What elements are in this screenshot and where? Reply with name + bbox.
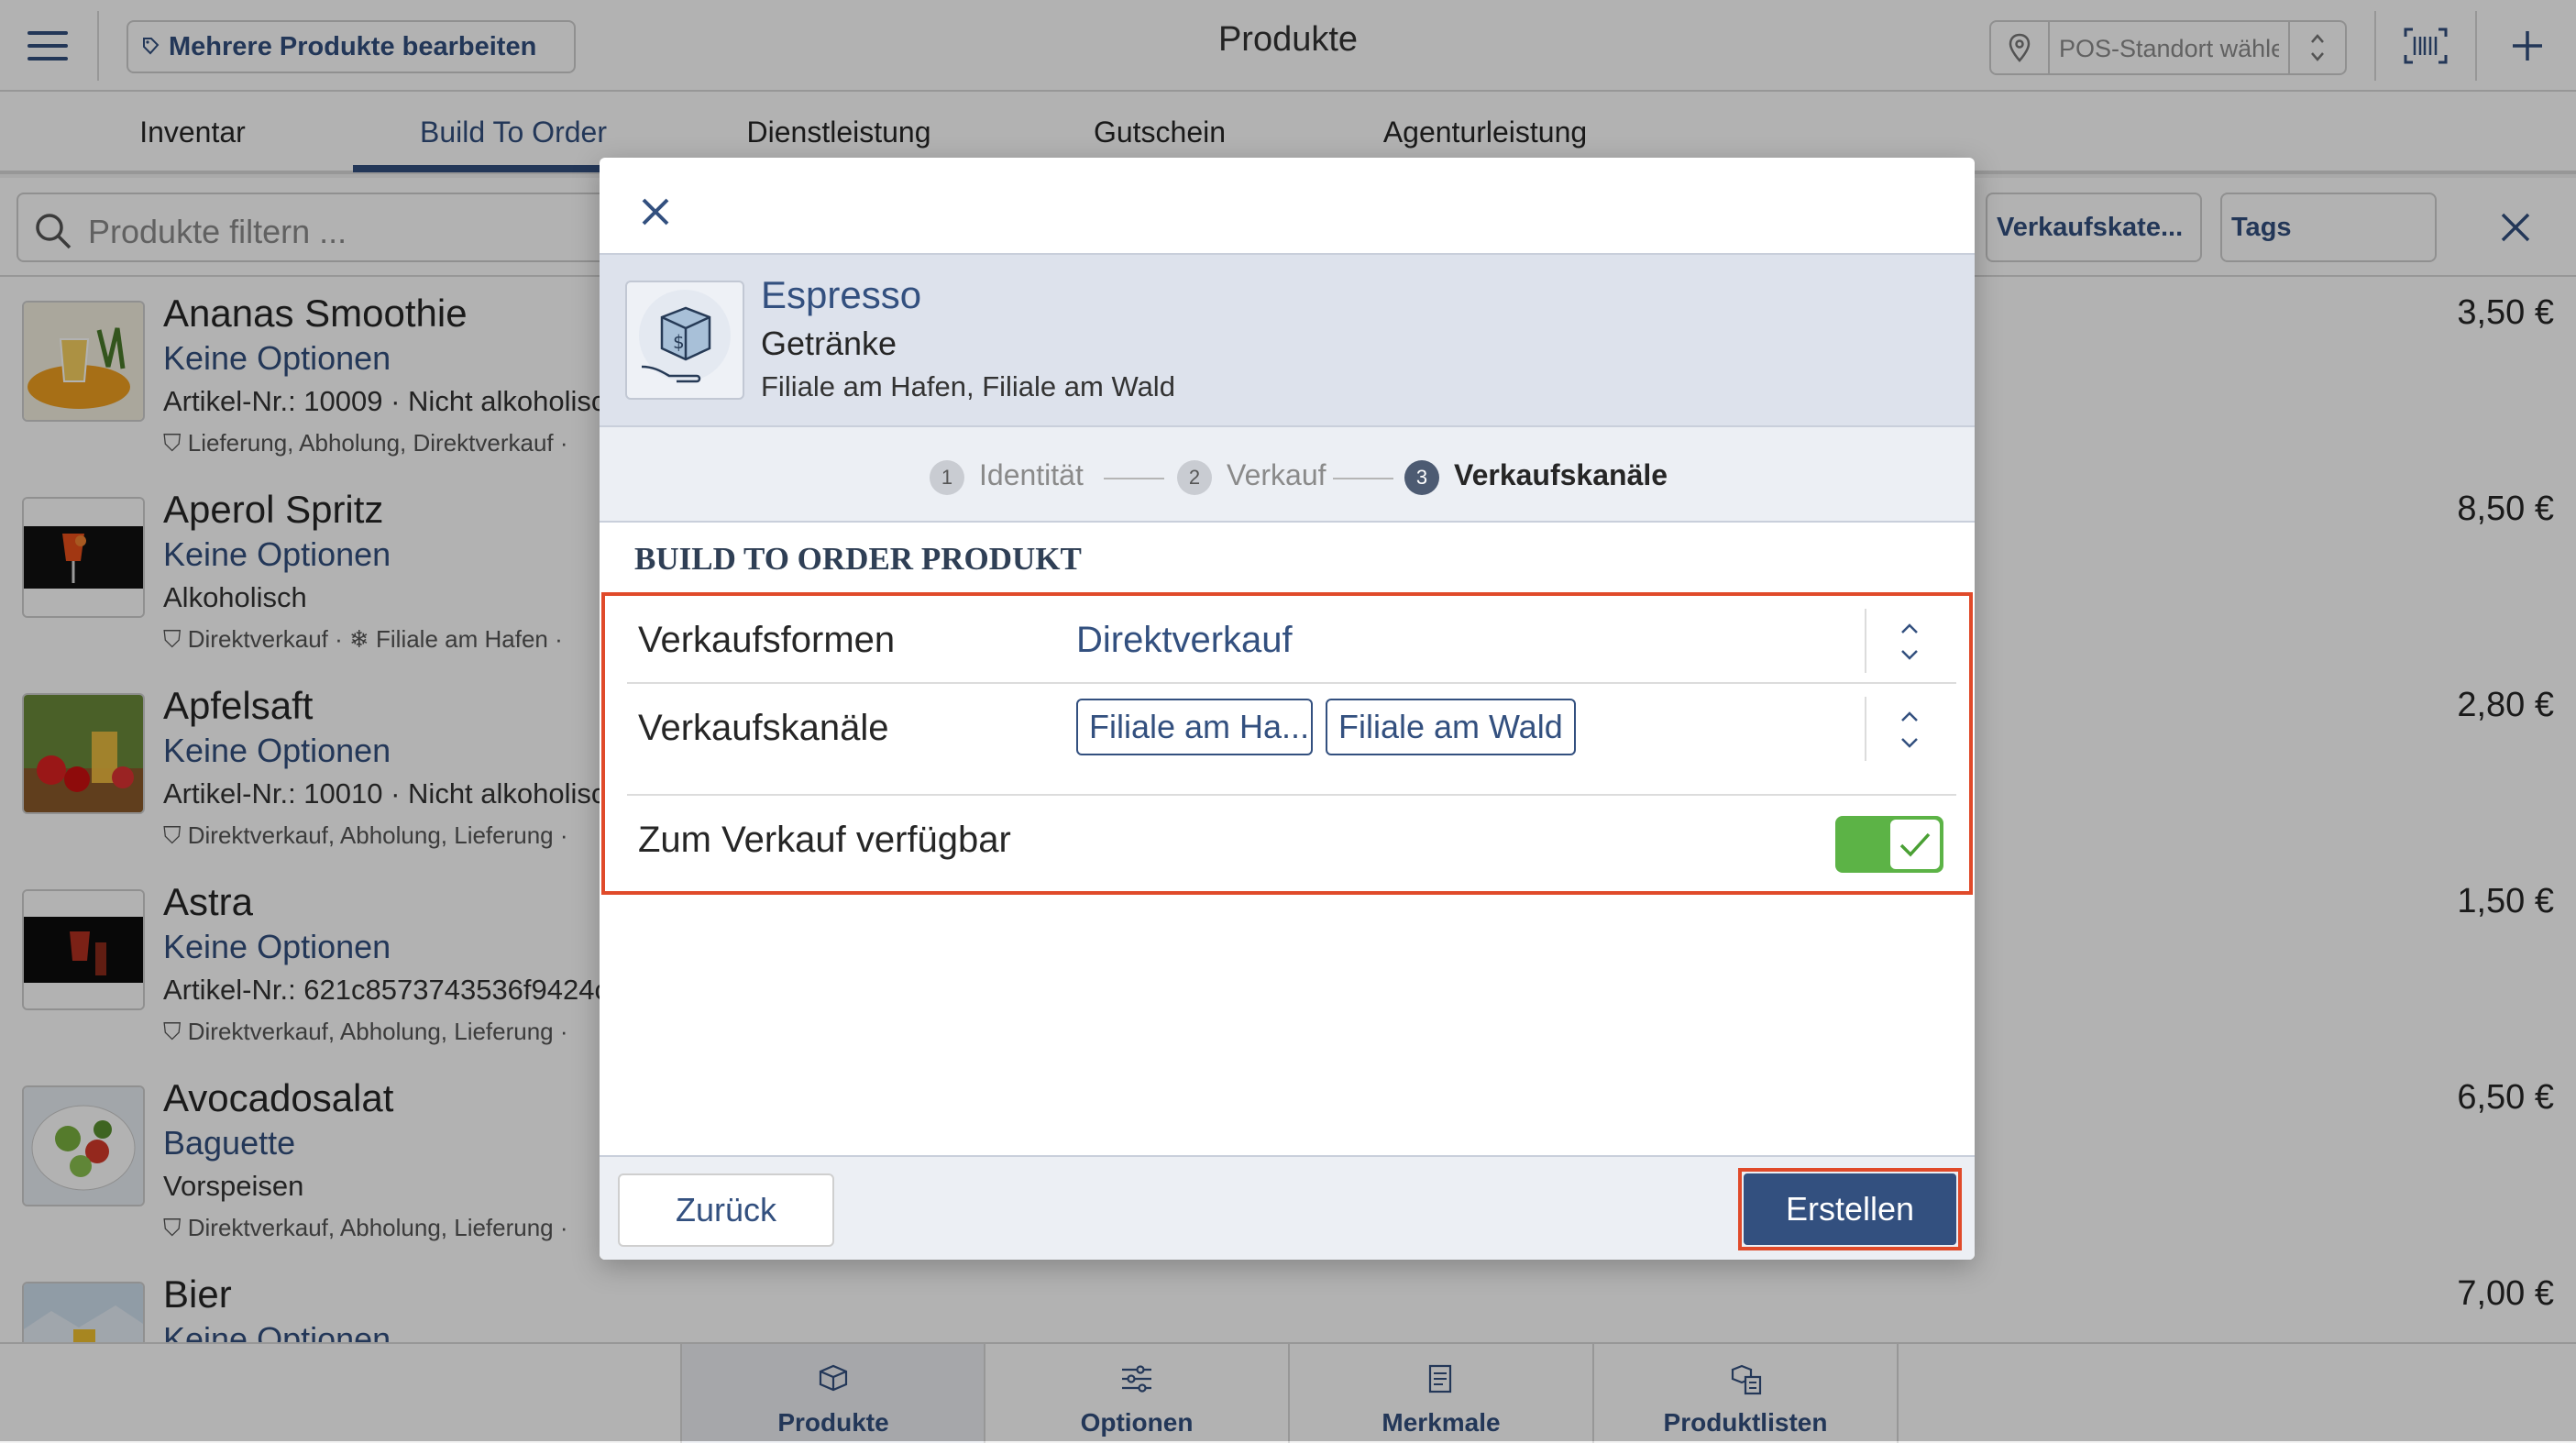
chevron-up-down-icon[interactable] bbox=[1896, 618, 1923, 666]
svg-text:$: $ bbox=[673, 331, 685, 353]
chevron-up-down-icon[interactable] bbox=[1896, 706, 1923, 754]
product-category: Getränke bbox=[761, 325, 897, 362]
dialog-footer: Zurück Erstellen bbox=[600, 1155, 1975, 1260]
available-for-sale-toggle[interactable] bbox=[1835, 816, 1943, 873]
create-button[interactable]: Erstellen bbox=[1744, 1173, 1956, 1245]
step-number: 3 bbox=[1404, 460, 1439, 495]
divider bbox=[1865, 609, 1866, 673]
available-for-sale-label: Zum Verkauf verfügbar bbox=[638, 820, 1011, 860]
sales-channel-form: Verkaufsformen Direktverkauf Verkaufskan… bbox=[601, 592, 1973, 895]
create-product-dialog: $ Espresso Getränke Filiale am Hafen, Fi… bbox=[600, 158, 1975, 1260]
product-name: Espresso bbox=[761, 273, 922, 316]
sales-channels-label: Verkaufskanäle bbox=[638, 708, 889, 748]
sales-forms-label: Verkaufsformen bbox=[638, 620, 896, 660]
divider bbox=[627, 794, 1956, 796]
toggle-knob bbox=[1890, 820, 1940, 869]
step-connector bbox=[1104, 478, 1164, 479]
section-title: BUILD TO ORDER PRODUKT bbox=[634, 541, 1082, 577]
product-summary-header: $ Espresso Getränke Filiale am Hafen, Fi… bbox=[600, 253, 1975, 427]
product-locations: Filiale am Hafen, Filiale am Wald bbox=[761, 370, 1175, 402]
channel-chip[interactable]: Filiale am Ha... bbox=[1076, 699, 1313, 755]
wizard-stepper: 1 Identität 2 Verkauf 3 Verkaufskanäle bbox=[600, 427, 1975, 523]
divider bbox=[627, 682, 1956, 684]
channel-chip[interactable]: Filiale am Wald bbox=[1326, 699, 1576, 755]
step-verkaufskanaele[interactable]: Verkaufskanäle bbox=[1454, 458, 1668, 492]
sales-forms-value[interactable]: Direktverkauf bbox=[1076, 620, 1293, 661]
step-number: 1 bbox=[930, 460, 964, 495]
divider bbox=[1865, 697, 1866, 761]
step-connector bbox=[1333, 478, 1393, 479]
close-icon[interactable] bbox=[633, 189, 678, 235]
step-number: 2 bbox=[1177, 460, 1212, 495]
checkmark-icon bbox=[1899, 832, 1931, 857]
step-verkauf[interactable]: Verkauf bbox=[1227, 458, 1327, 492]
back-button[interactable]: Zurück bbox=[618, 1173, 834, 1247]
step-identitaet[interactable]: Identität bbox=[979, 458, 1084, 492]
product-placeholder-icon: $ bbox=[625, 281, 744, 400]
